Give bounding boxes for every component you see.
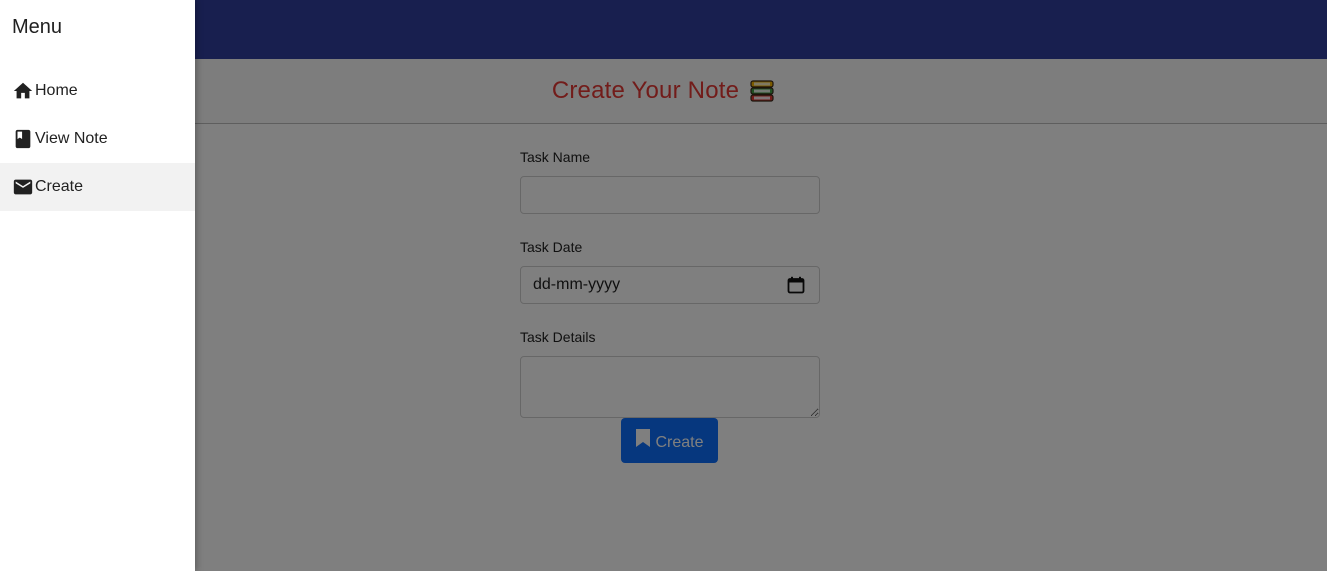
menu-item-home[interactable]: Home [0, 67, 195, 115]
menu-item-label: Home [35, 82, 78, 99]
app-root: Create Your Note Task Name Task Date dd-… [0, 0, 1327, 571]
book-icon [15, 129, 31, 149]
home-icon [13, 82, 33, 99]
menu-item-create[interactable]: Create [0, 163, 195, 211]
menu-item-label: Create [35, 178, 84, 195]
side-drawer: Menu Home View Note Create [0, 0, 195, 571]
drawer-menu: Home View Note Create [0, 67, 195, 211]
mail-icon [13, 179, 33, 195]
drawer-backdrop[interactable] [0, 0, 1327, 571]
drawer-title: Menu [12, 16, 63, 38]
menu-item-label: View Note [35, 130, 108, 147]
menu-item-view-note[interactable]: View Note [0, 115, 195, 163]
